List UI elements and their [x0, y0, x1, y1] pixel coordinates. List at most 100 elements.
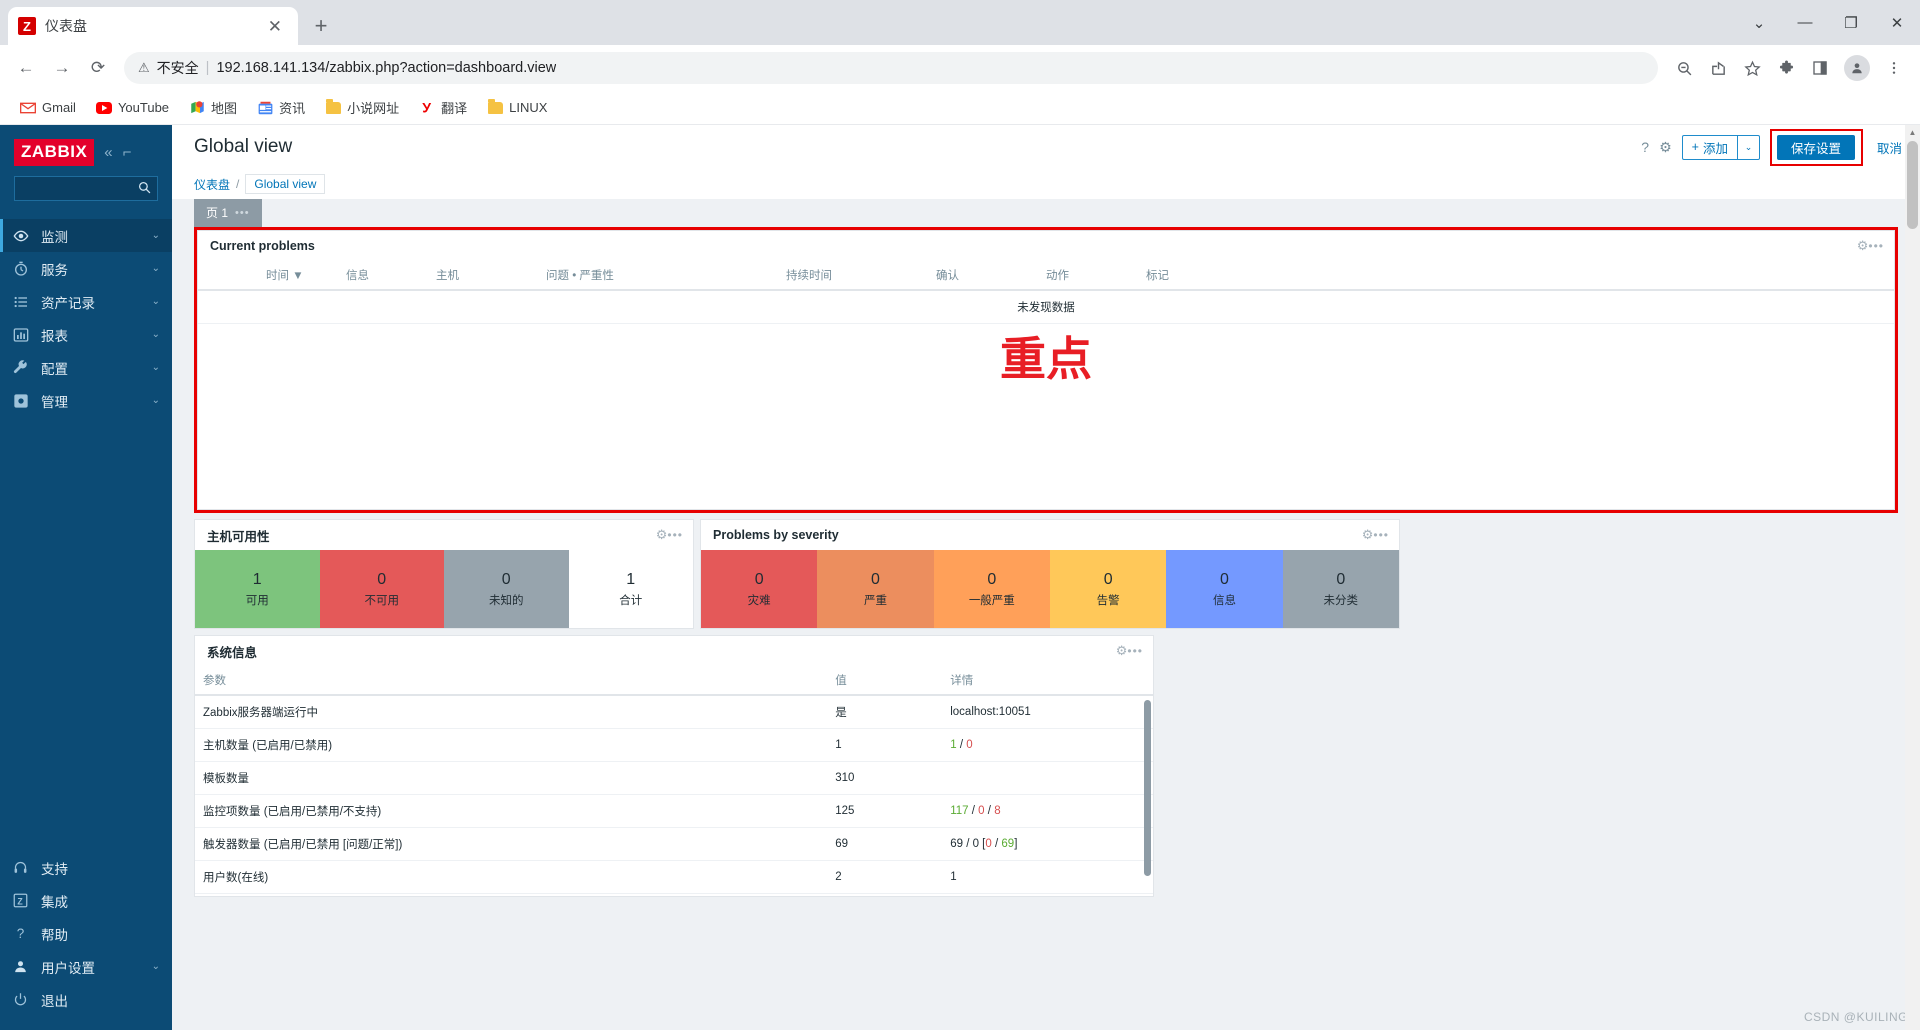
tile-unknown[interactable]: 0 未知的 — [444, 550, 569, 628]
breadcrumb-root[interactable]: 仪表盘 — [194, 176, 230, 193]
row-parameter: 要求的主机性能, 每秒新值 — [195, 893, 828, 896]
gear-icon[interactable]: ⚙ — [1116, 643, 1128, 659]
col-time[interactable]: 时间 ▼ — [258, 261, 338, 291]
widget-menu-icon[interactable]: ••• — [667, 528, 683, 542]
cancel-button[interactable]: 取消 — [1877, 138, 1902, 157]
tile-high[interactable]: 0 严重 — [817, 550, 934, 628]
col-ack[interactable]: 确认 — [928, 261, 1038, 291]
side-panel-icon[interactable] — [1804, 52, 1836, 84]
bookmark-youtube[interactable]: YouTube — [88, 96, 177, 120]
extensions-icon[interactable] — [1770, 52, 1802, 84]
sidebar-search[interactable] — [14, 176, 158, 201]
address-bar[interactable]: ⚠ 不安全 | 192.168.141.134/zabbix.php?actio… — [124, 52, 1658, 84]
star-icon[interactable] — [1736, 52, 1768, 84]
bookmark-label: Gmail — [42, 100, 76, 115]
sidebar-item-label: 报表 — [41, 328, 68, 344]
browser-tab[interactable]: Z 仪表盘 ✕ — [8, 7, 298, 45]
widget-row-2: 主机可用性 ⚙ ••• 1 可用 0 不可用 0 未知的 1 合计 Proble… — [194, 519, 1898, 629]
search-input[interactable] — [20, 181, 138, 196]
forward-icon[interactable]: → — [46, 52, 78, 84]
sidebar-item-signout[interactable]: 退出 — [0, 983, 172, 1016]
tile-average[interactable]: 0 一般严重 — [933, 550, 1050, 628]
severity-tiles: 0 灾难 0 严重 0 一般严重 0 告警 0 信息 0 未分类 — [701, 550, 1399, 628]
news-icon — [257, 100, 273, 116]
chevron-down-icon: ⌄ — [151, 263, 160, 274]
hide-sidebar-icon[interactable]: ⌐ — [123, 144, 132, 161]
col-duration[interactable]: 持续时间 — [778, 261, 928, 291]
sidebar-item-administration[interactable]: 管理 ⌄ — [0, 384, 172, 417]
chevron-down-icon[interactable]: ⌄ — [1736, 135, 1759, 159]
gear-icon[interactable]: ⚙ — [1857, 238, 1869, 254]
sidebar-item-integrations[interactable]: Z 集成 — [0, 884, 172, 917]
sidebar-item-monitoring[interactable]: 监测 ⌄ — [0, 219, 172, 252]
widget-scrollbar[interactable] — [1144, 700, 1151, 876]
collapse-sidebar-icon[interactable]: « — [104, 144, 112, 161]
gear-icon[interactable]: ⚙ — [1362, 527, 1374, 543]
sidebar-item-services[interactable]: 服务 ⌄ — [0, 252, 172, 285]
row-value: 是 — [827, 695, 943, 729]
folder-icon — [487, 98, 503, 116]
tile-unavailable[interactable]: 0 不可用 — [319, 550, 444, 628]
zabbix-logo[interactable]: ZABBIX — [14, 139, 95, 166]
widget-menu-icon[interactable]: ••• — [1868, 239, 1884, 253]
page-scrollbar[interactable]: ▲ — [1905, 125, 1920, 1030]
tile-not-classified[interactable]: 0 未分类 — [1282, 550, 1399, 628]
tile-disaster[interactable]: 0 灾难 — [701, 550, 818, 628]
sidebar-item-user-settings[interactable]: 用户设置 ⌄ — [0, 950, 172, 983]
row-value: 125 — [827, 794, 943, 828]
scrollbar-thumb[interactable] — [1907, 141, 1918, 229]
bookmark-news[interactable]: 资讯 — [249, 94, 313, 121]
widget-header: Current problems ⚙ ••• — [198, 231, 1894, 261]
widget-menu-icon[interactable]: ••• — [1373, 528, 1389, 542]
sidebar-item-support[interactable]: 支持 — [0, 851, 172, 884]
breadcrumb-current[interactable]: Global view — [245, 174, 326, 194]
bookmark-folder-novels[interactable]: 小说网址 — [317, 94, 407, 121]
tile-warning[interactable]: 0 告警 — [1049, 550, 1167, 628]
col-problem-severity[interactable]: 问题 • 严重性 — [538, 261, 778, 291]
back-icon[interactable]: ← — [10, 52, 42, 84]
col-tags[interactable]: 标记 — [1138, 261, 1894, 291]
tile-total[interactable]: 1 合计 — [568, 550, 693, 628]
widget-system-information: 系统信息 ⚙ ••• 参数 值 详情 Zabbix服务器端运行中 是 local… — [194, 635, 1154, 897]
col-host[interactable]: 主机 — [428, 261, 538, 291]
row-parameter: 用户数(在线) — [195, 860, 828, 894]
url-separator: | — [205, 60, 210, 76]
bookmark-maps[interactable]: 地图 — [181, 94, 245, 121]
tab-search-icon[interactable]: ⌄ — [1736, 0, 1782, 45]
sidebar-item-inventory[interactable]: 资产记录 ⌄ — [0, 285, 172, 318]
bookmark-translate[interactable]: У 翻译 — [411, 94, 475, 121]
gear-icon[interactable]: ⚙ — [1659, 139, 1672, 156]
profile-icon[interactable] — [1844, 55, 1870, 81]
widget-title: Problems by severity — [713, 528, 839, 542]
help-icon[interactable]: ? — [1641, 139, 1649, 155]
share-icon[interactable] — [1702, 52, 1734, 84]
add-widget-button[interactable]: + 添加 ⌄ — [1681, 134, 1760, 160]
sidebar-item-configuration[interactable]: 配置 ⌄ — [0, 351, 172, 384]
menu-icon[interactable] — [1878, 52, 1910, 84]
tile-information[interactable]: 0 信息 — [1166, 550, 1283, 628]
minimize-icon[interactable]: — — [1782, 0, 1828, 45]
tile-available[interactable]: 1 可用 — [195, 550, 320, 628]
window-close-icon[interactable]: ✕ — [1874, 0, 1920, 45]
bookmark-folder-linux[interactable]: LINUX — [479, 96, 555, 120]
maximize-icon[interactable]: ❐ — [1828, 0, 1874, 45]
sidebar-item-help[interactable]: ? 帮助 — [0, 917, 172, 950]
search-icon[interactable] — [138, 181, 151, 197]
widget-menu-icon[interactable]: ••• — [1127, 644, 1143, 658]
dashboard-page-tab[interactable]: 页 1 ••• — [194, 199, 262, 227]
eye-icon — [12, 228, 29, 244]
scroll-up-icon[interactable]: ▲ — [1905, 125, 1920, 140]
bookmark-label: 资讯 — [279, 101, 306, 116]
save-button[interactable]: 保存设置 — [1776, 134, 1855, 160]
sidebar-item-reports[interactable]: 报表 ⌄ — [0, 318, 172, 351]
page-menu-icon[interactable]: ••• — [235, 207, 250, 219]
gear-icon[interactable]: ⚙ — [656, 527, 668, 543]
new-tab-button[interactable]: + — [304, 9, 338, 43]
bookmark-gmail[interactable]: Gmail — [12, 96, 84, 120]
col-info[interactable]: 信息 — [338, 261, 428, 291]
close-icon[interactable]: ✕ — [262, 18, 288, 35]
zoom-out-icon[interactable] — [1668, 52, 1700, 84]
reload-icon[interactable]: ⟳ — [82, 52, 114, 84]
col-actions[interactable]: 动作 — [1038, 261, 1138, 291]
system-info-scroll-area: 参数 值 详情 Zabbix服务器端运行中 是 localhost:10051 — [195, 666, 1153, 896]
